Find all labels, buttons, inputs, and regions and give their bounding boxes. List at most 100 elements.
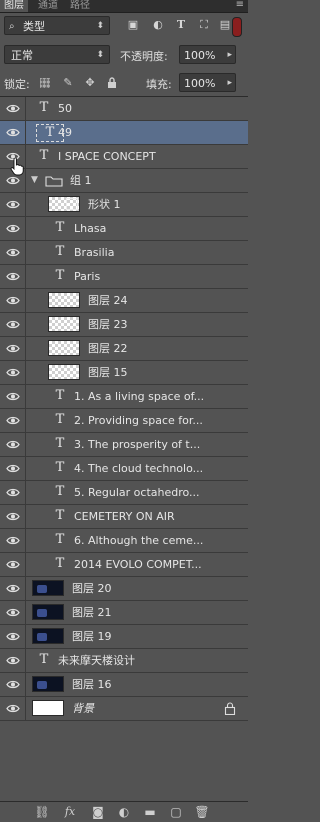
eye-icon[interactable] — [0, 433, 26, 456]
eye-icon[interactable] — [0, 625, 26, 648]
eye-icon[interactable] — [0, 409, 26, 432]
tab-channels[interactable]: 通道 — [34, 0, 62, 12]
lock-position-icon[interactable]: ✥ — [84, 77, 96, 89]
eye-icon[interactable] — [0, 649, 26, 672]
eye-icon[interactable] — [0, 505, 26, 528]
panel-menu-icon[interactable]: ≡ — [236, 0, 244, 12]
type-layer-icon: T — [55, 220, 65, 235]
new-group-icon[interactable]: ▬ — [142, 805, 158, 819]
layer-row[interactable]: T 50 — [0, 97, 248, 121]
eye-icon[interactable] — [0, 193, 26, 216]
eye-icon[interactable] — [0, 337, 26, 360]
blend-mode-select[interactable]: 正常 ⬍ — [4, 45, 110, 64]
lock-pixels-icon[interactable]: ✎ — [62, 77, 74, 89]
chevron-down-icon[interactable]: ▼ — [31, 169, 38, 192]
layer-row[interactable]: 图层 19 — [0, 625, 248, 649]
layer-row[interactable]: T Brasilia — [0, 241, 248, 265]
layer-row[interactable]: T Paris — [0, 265, 248, 289]
layer-name: I SPACE CONCEPT — [58, 150, 156, 163]
layer-row[interactable]: T 1. As a living space of... — [0, 385, 248, 409]
layer-name: 50 — [58, 102, 72, 115]
eye-icon[interactable] — [0, 289, 26, 312]
type-layer-icon: T — [55, 268, 65, 283]
eye-icon[interactable] — [0, 457, 26, 480]
tab-paths[interactable]: 路径 — [66, 0, 94, 12]
shape-filter-icon[interactable]: ⛶ — [197, 18, 211, 32]
layer-row[interactable]: 图层 21 — [0, 601, 248, 625]
layer-row[interactable]: 图层 24 — [0, 289, 248, 313]
type-filter-icon[interactable]: T — [174, 18, 188, 32]
eye-icon[interactable] — [0, 241, 26, 264]
lock-transparency-icon[interactable] — [40, 78, 50, 88]
layer-name: Lhasa — [74, 222, 107, 235]
layer-row[interactable]: T 5. Regular octahedro... — [0, 481, 248, 505]
layer-row[interactable]: T 49 — [0, 121, 248, 145]
layer-thumbnail — [48, 316, 80, 332]
filter-toggle-switch[interactable] — [232, 17, 242, 37]
new-layer-icon[interactable]: ▢ — [168, 805, 184, 819]
layer-name: 组 1 — [70, 174, 92, 187]
layer-thumbnail — [32, 604, 64, 620]
eye-icon[interactable] — [0, 385, 26, 408]
layer-row[interactable]: T 2014 EVOLO COMPET... — [0, 553, 248, 577]
smart-object-filter-icon[interactable]: ▤ — [218, 18, 232, 32]
eye-icon[interactable] — [0, 145, 26, 168]
eye-icon[interactable] — [0, 481, 26, 504]
eye-icon[interactable] — [0, 97, 26, 120]
layer-row[interactable]: 形状 1 — [0, 193, 248, 217]
layer-row[interactable]: 图层 22 — [0, 337, 248, 361]
folder-icon — [45, 175, 63, 187]
layer-thumbnail — [32, 580, 64, 596]
eye-icon[interactable] — [0, 121, 26, 144]
layer-row[interactable]: T 6. Although the ceme... — [0, 529, 248, 553]
lock-all-icon[interactable] — [106, 77, 118, 89]
eye-icon[interactable] — [0, 673, 26, 696]
layer-row[interactable]: T 2. Providing space for... — [0, 409, 248, 433]
adjustment-layer-icon[interactable]: ◐ — [116, 805, 132, 819]
pixel-filter-icon[interactable]: ▣ — [126, 18, 140, 32]
layer-row[interactable]: 图层 20 — [0, 577, 248, 601]
eye-icon[interactable] — [0, 265, 26, 288]
layer-row[interactable]: 图层 16 — [0, 673, 248, 697]
layer-row[interactable]: 图层 23 — [0, 313, 248, 337]
eye-icon[interactable] — [0, 553, 26, 576]
eye-icon[interactable] — [0, 529, 26, 552]
layer-name: 4. The cloud technolo... — [74, 462, 204, 475]
layers-bottom-bar: ⛓ fx ◙ ◐ ▬ ▢ 🗑 — [0, 801, 248, 822]
eye-icon[interactable] — [0, 169, 26, 192]
add-mask-icon[interactable]: ◙ — [90, 805, 106, 819]
opacity-field[interactable]: 100% ▸ — [179, 45, 236, 64]
type-layer-icon: T — [55, 460, 65, 475]
filter-kind-select[interactable]: ⌕ 类型 ⬍ — [4, 16, 110, 35]
tab-layers[interactable]: 图层 — [0, 0, 28, 12]
eye-icon[interactable] — [0, 577, 26, 600]
fill-field[interactable]: 100% ▸ — [179, 73, 236, 92]
layer-thumbnail — [32, 676, 64, 692]
opacity-value: 100% — [184, 49, 216, 62]
layer-row[interactable]: T 未来摩天楼设计 — [0, 649, 248, 673]
layer-row[interactable]: T I SPACE CONCEPT — [0, 145, 248, 169]
adjustment-filter-icon[interactable]: ◐ — [151, 18, 165, 32]
layer-name: 图层 19 — [72, 630, 112, 643]
layer-row[interactable]: 背景 — [0, 697, 248, 721]
type-layer-icon: T — [55, 508, 65, 523]
chevron-down-icon: ⬍ — [96, 21, 104, 31]
eye-icon[interactable] — [0, 697, 26, 720]
layer-row[interactable]: ▼ 组 1 — [0, 169, 248, 193]
layer-name: 图层 22 — [88, 342, 128, 355]
eye-icon[interactable] — [0, 217, 26, 240]
delete-layer-icon[interactable]: 🗑 — [194, 805, 210, 819]
layer-name: 图层 23 — [88, 318, 128, 331]
fx-icon[interactable]: fx — [62, 805, 78, 819]
layer-row[interactable]: T 3. The prosperity of t... — [0, 433, 248, 457]
eye-icon[interactable] — [0, 313, 26, 336]
layer-row[interactable]: T Lhasa — [0, 217, 248, 241]
layer-row[interactable]: T CEMETERY ON AIR — [0, 505, 248, 529]
eye-icon[interactable] — [0, 361, 26, 384]
type-layer-icon: T — [39, 148, 49, 163]
layer-row[interactable]: T 4. The cloud technolo... — [0, 457, 248, 481]
layer-row[interactable]: 图层 15 — [0, 361, 248, 385]
type-layer-icon: T — [55, 532, 65, 547]
eye-icon[interactable] — [0, 601, 26, 624]
link-layers-icon[interactable]: ⛓ — [34, 805, 50, 819]
